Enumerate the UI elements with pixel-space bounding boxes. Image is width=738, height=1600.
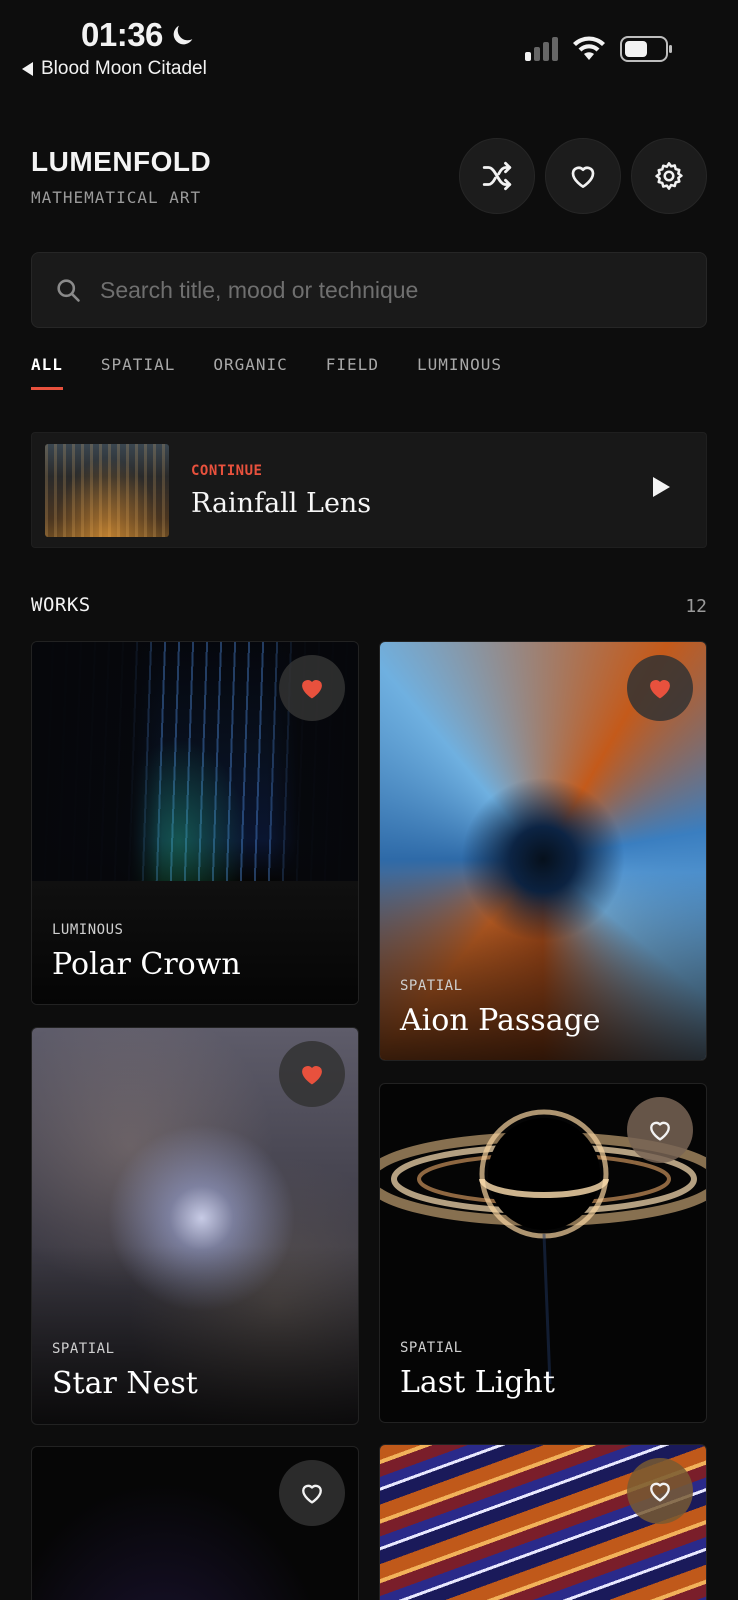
gear-icon (655, 162, 683, 190)
artwork-category: LUMINOUS (52, 922, 124, 938)
favorite-toggle[interactable] (279, 1041, 345, 1107)
status-indicators (525, 36, 674, 62)
favorite-toggle[interactable] (279, 1460, 345, 1526)
brand-block: LUMENFOLD MATHEMATICAL ART (31, 146, 211, 207)
artwork-card[interactable]: SPATIAL Star Nest (31, 1027, 359, 1425)
app-subtitle: MATHEMATICAL ART (31, 188, 202, 207)
search-input[interactable] (100, 276, 660, 304)
continue-title: Rainfall Lens (191, 488, 372, 519)
favorite-toggle[interactable] (627, 1458, 693, 1524)
heart-filled-icon (302, 1066, 322, 1085)
artwork-category: SPATIAL (52, 1341, 115, 1357)
tab-organic[interactable]: ORGANIC (213, 355, 287, 390)
artwork-category: SPATIAL (400, 978, 463, 994)
favorite-toggle[interactable] (627, 1097, 693, 1163)
heart-outline-icon (302, 1484, 322, 1504)
artwork-title: Star Nest (52, 1366, 198, 1401)
tab-field[interactable]: FIELD (326, 355, 379, 390)
artwork-title: Last Light (400, 1365, 555, 1400)
tab-spatial[interactable]: SPATIAL (101, 355, 175, 390)
favorite-toggle[interactable] (279, 655, 345, 721)
artwork-title: Aion Passage (400, 1003, 601, 1038)
battery-icon (620, 36, 672, 62)
moon-icon (173, 25, 193, 45)
shuffle-button[interactable] (459, 138, 535, 214)
artwork-title: Polar Crown (52, 947, 241, 982)
artwork-card[interactable]: SPATIAL Aion Passage (379, 641, 707, 1061)
status-time-text: 01:36 (81, 16, 163, 53)
heart-outline-icon (650, 1121, 670, 1141)
heart-filled-icon (302, 680, 322, 699)
favorite-toggle[interactable] (627, 655, 693, 721)
back-arrow-icon (22, 62, 33, 76)
tab-all[interactable]: ALL (31, 355, 63, 390)
artwork-card[interactable]: LUMINOUS Polar Crown (31, 641, 359, 1005)
cellular-signal-icon (525, 37, 558, 61)
favorites-button[interactable] (545, 138, 621, 214)
back-to-app-link[interactable]: Blood Moon Citadel (22, 58, 207, 80)
search-icon (57, 279, 80, 302)
shuffle-icon (482, 161, 512, 191)
play-icon[interactable] (653, 477, 670, 497)
back-app-label: Blood Moon Citadel (41, 58, 207, 79)
search-bar[interactable] (31, 252, 707, 328)
heart-filled-icon (650, 680, 670, 699)
wifi-icon (573, 36, 605, 60)
status-time: 01:36 (81, 16, 197, 54)
artwork-category: SPATIAL (400, 1340, 463, 1356)
settings-button[interactable] (631, 138, 707, 214)
continue-card[interactable]: CONTINUE Rainfall Lens (31, 432, 707, 548)
continue-thumbnail (45, 444, 169, 537)
heart-icon (571, 166, 595, 188)
artwork-card[interactable] (31, 1446, 359, 1600)
continue-label: CONTINUE (191, 463, 263, 479)
artwork-card[interactable]: SPATIAL Last Light (379, 1083, 707, 1423)
works-heading: WORKS (31, 594, 91, 616)
app-title: LUMENFOLD (31, 146, 212, 177)
artwork-card[interactable] (379, 1444, 707, 1600)
heart-outline-icon (650, 1482, 670, 1502)
tab-luminous[interactable]: LUMINOUS (417, 355, 502, 390)
works-count: 12 (685, 596, 707, 617)
category-tabs: ALL SPATIAL ORGANIC FIELD LUMINOUS (31, 355, 502, 390)
